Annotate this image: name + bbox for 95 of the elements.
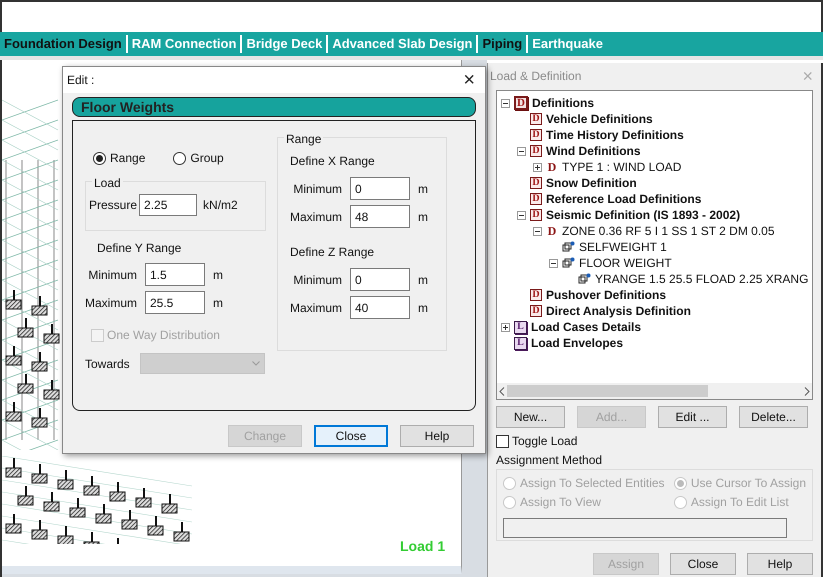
tree-item[interactable]: Vehicle Definitions: [546, 110, 653, 128]
field-label: Maximum: [290, 208, 342, 226]
number-field[interactable]: 48: [350, 205, 410, 228]
radio-label: Assign To Edit List: [690, 494, 789, 511]
definition-icon: D: [530, 305, 542, 317]
expand-icon[interactable]: [533, 162, 542, 172]
definition-icon: D: [530, 209, 542, 221]
definition-icon: D: [530, 129, 542, 141]
field-label: Maximum: [290, 300, 342, 316]
dialog-button[interactable]: Edit ...: [658, 406, 727, 428]
load-icon: [562, 241, 575, 253]
radio-label: Assign To Selected Entities: [520, 475, 665, 492]
unit-label: kN/m2: [203, 197, 238, 214]
section-label: Define Z Range: [290, 244, 376, 261]
pressure-field[interactable]: 2.25: [139, 194, 198, 216]
radio-label: Group: [190, 150, 224, 167]
definition-icon: D: [530, 177, 542, 189]
text-field[interactable]: [503, 518, 787, 538]
group-title: Assignment Method: [496, 452, 604, 469]
load-case-icon: L: [514, 336, 527, 350]
definition-icon: D: [530, 289, 542, 301]
ribbon-tab[interactable]: Foundation Design: [4, 34, 122, 53]
dialog-title: Edit :: [67, 72, 94, 89]
radio-label: Use Cursor To Assign: [690, 475, 806, 492]
dialog-button[interactable]: Help: [400, 425, 474, 447]
unit-label: m: [418, 180, 428, 198]
unit-label: m: [418, 272, 428, 288]
number-field[interactable]: 1.5: [145, 263, 205, 286]
field-label: Towards: [85, 356, 130, 372]
scroll-left-icon[interactable]: [499, 386, 505, 396]
dialog-button[interactable]: Close: [670, 553, 736, 575]
tree-item[interactable]: SELFWEIGHT 1: [579, 238, 667, 256]
tree-item[interactable]: FLOOR WEIGHT: [579, 254, 672, 272]
panel-title: Load & Definition: [490, 68, 582, 85]
tree-item[interactable]: Reference Load Definitions: [546, 190, 702, 208]
scroll-right-icon[interactable]: [804, 386, 810, 396]
definition-icon: D: [530, 145, 542, 157]
radio-button[interactable]: [173, 152, 186, 164]
definition-icon: D: [530, 193, 542, 205]
expand-icon[interactable]: [501, 322, 510, 332]
tree-item[interactable]: Load Envelopes: [531, 334, 624, 352]
checkbox-label: Toggle Load: [512, 433, 578, 450]
tree-item[interactable]: ZONE 0.36 RF 5 I 1 SS 1 ST 2 DM 0.05: [562, 222, 775, 240]
tree-item[interactable]: Direct Analysis Definition: [546, 302, 691, 320]
dialog-button[interactable]: Delete...: [739, 406, 808, 428]
number-field[interactable]: 40: [350, 296, 410, 319]
field-label: Minimum: [292, 272, 342, 288]
field-label: Minimum: [87, 266, 137, 284]
collapse-icon[interactable]: [517, 210, 526, 220]
radio-label: Range: [110, 150, 146, 167]
load-icon: [578, 273, 591, 285]
tree-item[interactable]: Definitions: [532, 94, 594, 112]
checkbox-label: One Way Distribution: [107, 327, 220, 344]
dialog-button[interactable]: Help: [747, 553, 813, 575]
definition-icon: D: [546, 225, 558, 237]
tree-item[interactable]: Wind Definitions: [546, 142, 641, 160]
radio-button[interactable]: [93, 152, 106, 164]
tree-item[interactable]: TYPE 1 : WIND LOAD: [562, 158, 682, 176]
tree-item[interactable]: YRANGE 1.5 25.5 FLOAD 2.25 XRANG: [595, 270, 808, 288]
dialog-button[interactable]: Close: [314, 425, 388, 447]
collapse-icon[interactable]: [501, 98, 510, 108]
field-label: Minimum: [292, 180, 342, 198]
number-field[interactable]: 25.5: [145, 291, 205, 314]
section-label: Define Y Range: [97, 240, 182, 257]
definition-icon: D: [546, 161, 558, 173]
collapse-icon[interactable]: [533, 226, 542, 236]
ribbon-tab[interactable]: Piping: [482, 34, 522, 53]
tree-item[interactable]: Load Cases Details: [531, 318, 642, 336]
unit-label: m: [213, 294, 223, 312]
close-button[interactable]: ×: [457, 70, 481, 90]
section-label: Define X Range: [290, 153, 376, 170]
definition-icon: D: [514, 96, 528, 110]
collapse-icon[interactable]: [517, 146, 526, 156]
load-icon: [562, 257, 575, 269]
horizontal-scrollbar[interactable]: [497, 383, 812, 399]
number-field[interactable]: 0: [350, 268, 410, 291]
unit-label: m: [418, 300, 428, 316]
checkbox[interactable]: [496, 434, 509, 448]
unit-label: m: [418, 208, 428, 226]
field-label: Pressure: [89, 197, 138, 214]
number-field[interactable]: 0: [350, 177, 410, 200]
unit-label: m: [213, 266, 223, 284]
caret-icon: [252, 361, 260, 366]
section-banner: Floor Weights: [72, 97, 476, 117]
radio-label: Assign To View: [520, 494, 601, 511]
tree-item[interactable]: Pushover Definitions: [546, 286, 666, 304]
load-case-icon: L: [514, 320, 527, 334]
collapse-icon[interactable]: [549, 258, 558, 268]
tree-item[interactable]: Time History Definitions: [546, 126, 684, 144]
tree-item[interactable]: Snow Definition: [546, 174, 637, 192]
load-title: Load 1: [400, 537, 446, 556]
field-label: Maximum: [85, 294, 137, 312]
tree-item[interactable]: Seismic Definition (IS 1893 - 2002): [546, 206, 740, 224]
definition-icon: D: [530, 113, 542, 125]
dialog-button[interactable]: New...: [496, 406, 565, 428]
